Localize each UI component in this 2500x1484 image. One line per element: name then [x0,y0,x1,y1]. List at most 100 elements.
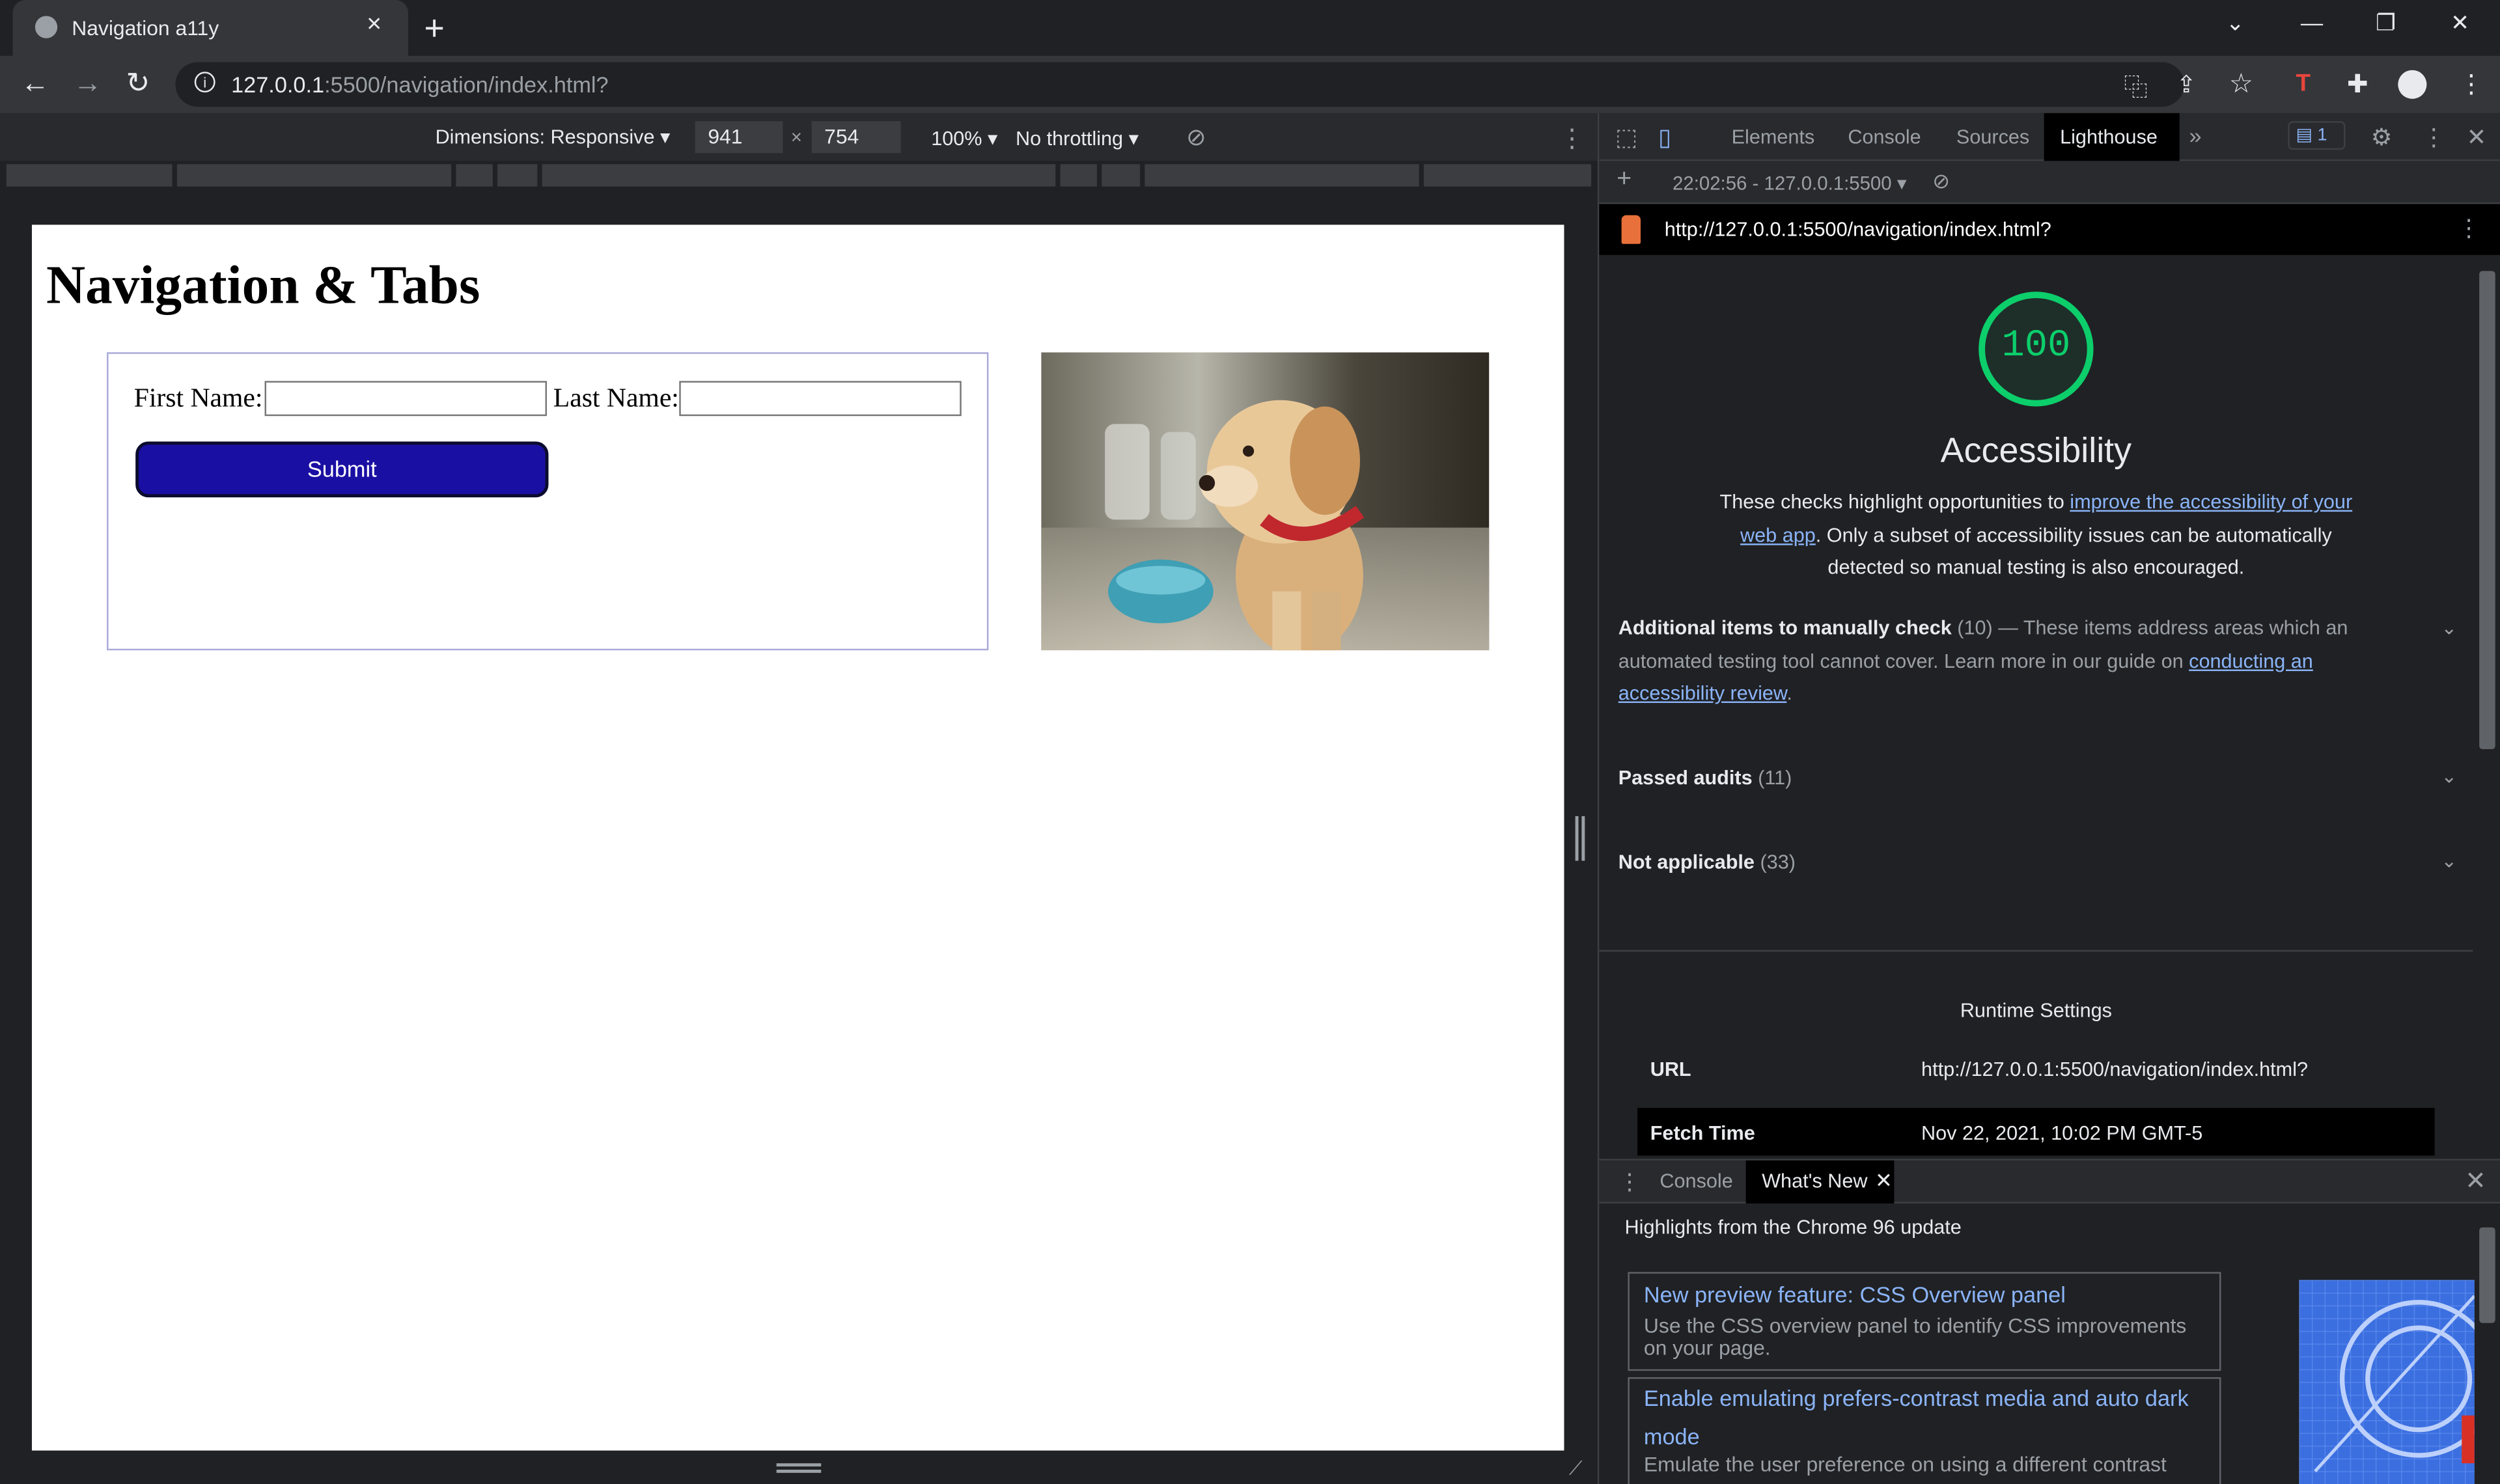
devtools-panel: ⬚ ▯ Elements Console Sources Lighthouse … [1597,113,2500,1484]
bookmark-star-icon[interactable]: ☆ [2229,68,2253,100]
viewport-resize-handle-bottom[interactable] [776,1463,822,1473]
drawer-tab-console[interactable]: Console [1660,1170,1732,1192]
throttling-dropdown[interactable]: No throttling ▾ [1016,126,1139,150]
submit-button[interactable]: Submit [135,441,549,498]
media-query-segment[interactable] [456,164,493,187]
new-report-icon[interactable]: + [1617,166,1632,195]
drawer-scrollbar[interactable] [2473,1203,2500,1484]
new-tab-button[interactable]: + [424,8,444,49]
settings-gear-icon[interactable]: ⚙ [2371,123,2393,152]
profile-avatar-icon[interactable] [2398,70,2427,99]
media-query-segment[interactable] [1423,164,1592,187]
chevron-down-icon[interactable]: ⌄ [2441,765,2457,788]
tab-lighthouse[interactable]: Lighthouse [2044,113,2180,161]
extension-tp-icon[interactable]: T [2296,70,2311,98]
device-menu-icon[interactable]: ⋮ [1559,123,1585,155]
not-applicable-group[interactable]: Not applicable (33) [1618,846,2464,879]
section-divider [1599,950,2473,952]
dimensions-dropdown[interactable]: Dimensions: Responsive ▾ [436,124,671,148]
score-value: 100 [2001,325,2071,368]
devtools-tab-bar: ⬚ ▯ Elements Console Sources Lighthouse … [1599,113,2500,161]
media-query-bar [0,161,1598,190]
tab-title: Navigation a11y [72,16,219,40]
window-close-icon[interactable]: ✕ [2451,10,2469,37]
css-overview-illustration [2299,1280,2475,1484]
viewport-resize-corner-icon[interactable]: ⟋ [1569,1457,1583,1481]
lighthouse-logo-icon [1621,215,1641,244]
zoom-dropdown[interactable]: 100% ▾ [931,126,997,150]
media-query-segment[interactable] [1145,164,1419,187]
rotate-icon[interactable]: ⊘ [1186,123,1206,152]
tab-close-icon[interactable]: × [367,11,382,40]
browser-tab[interactable]: Navigation a11y × [12,0,408,56]
address-url[interactable]: 127.0.0.1:5500/navigation/index.html? [231,72,608,97]
last-name-label: Last Name: [553,382,679,413]
viewport-resize-handle-right[interactable] [1575,816,1585,861]
tab-elements[interactable]: Elements [1732,126,1815,148]
feature-card-title[interactable]: New preview feature: CSS Overview panel [1644,1275,2066,1313]
report-selector[interactable]: 22:02:56 - 127.0.0.1:5500 ▾ [1673,172,1907,194]
media-query-segment[interactable] [497,164,538,187]
clear-reports-icon[interactable]: ⊘ [1932,169,1950,195]
runtime-settings-title: Runtime Settings [1960,999,2112,1022]
media-query-segment[interactable] [6,164,173,187]
category-description: These checks highlight opportunities to … [1719,491,2353,579]
devtools-menu-icon[interactable]: ⋮ [2422,123,2446,152]
drawer-menu-icon[interactable]: ⋮ [1618,1168,1641,1196]
restore-icon[interactable]: ❐ [2376,10,2396,37]
page-title: Navigation & Tabs [46,256,480,316]
height-input[interactable]: 754 [811,121,901,154]
issues-badge[interactable]: ▤ 1 [2288,121,2346,150]
drawer-tab-whats-new[interactable]: What's New ✕ [1745,1160,1895,1203]
forward-icon[interactable]: → [74,67,102,100]
media-query-segment[interactable] [542,164,1056,187]
last-name-input[interactable] [679,381,962,417]
address-bar[interactable]: i 127.0.0.1:5500/navigation/index.html? … [175,62,2253,107]
report-menu-icon[interactable]: ⋮ [2457,213,2481,243]
back-icon[interactable]: ← [21,67,49,100]
devtools-close-icon[interactable]: ✕ [2467,123,2487,152]
browser-title-bar: Navigation a11y × + ⌄ — ❐ ✕ [0,0,2500,56]
passed-audits-group[interactable]: Passed audits (11) [1618,762,2464,795]
device-toggle-icon[interactable]: ▯ [1658,123,1671,152]
devtools-drawer: ⋮ Console What's New ✕ ✕ Highlights from… [1599,1159,2500,1484]
close-tab-icon[interactable]: ✕ [1875,1168,1893,1194]
media-query-segment[interactable] [1102,164,1141,187]
name-form: First Name: Last Name: Submit [107,352,989,651]
inspect-element-icon[interactable]: ⬚ [1615,123,1638,152]
chrome-menu-icon[interactable]: ⋮ [2458,68,2484,100]
width-input[interactable]: 941 [695,121,783,154]
share-icon[interactable]: ⇪ [2176,70,2197,99]
feature-card-title[interactable]: Enable emulating prefers-contrast media … [1644,1379,2218,1455]
lighthouse-report: 100 Accessibility These checks highlight… [1599,254,2473,1157]
media-query-segment[interactable] [1060,164,1097,187]
lighthouse-toolbar: + 22:02:56 - 127.0.0.1:5500 ▾ ⊘ [1599,161,2500,204]
first-name-input[interactable] [264,381,548,417]
drawer-close-icon[interactable]: ✕ [2465,1165,2486,1197]
scrollbar-thumb[interactable] [2479,271,2495,750]
tab-search-icon[interactable]: ⌄ [2226,10,2245,37]
reload-icon[interactable]: ↻ [126,67,150,100]
report-scrollbar[interactable] [2473,254,2500,1157]
browser-toolbar: ← → ↻ i 127.0.0.1:5500/navigation/index.… [0,55,2500,113]
site-info-icon[interactable]: i [194,72,215,93]
runtime-row-fetch-time: Fetch Time Nov 22, 2021, 10:02 PM GMT-5 [1637,1108,2435,1156]
scrollbar-thumb[interactable] [2479,1227,2495,1323]
media-query-segment[interactable] [176,164,452,187]
chevron-down-icon[interactable]: ⌄ [2441,617,2457,639]
puppy-image [1041,352,1490,651]
translate-icon[interactable]: ⿻ [2124,70,2148,103]
feature-card-desc: Use the CSS overview panel to identify C… [1643,1313,2187,1360]
minimize-icon[interactable]: — [2301,10,2323,35]
extensions-puzzle-icon[interactable]: ✚ [2347,68,2368,100]
more-tabs-icon[interactable]: » [2189,123,2201,148]
report-url: http://127.0.0.1:5500/navigation/index.h… [1664,218,2051,241]
feature-card[interactable]: Enable emulating prefers-contrast media … [1628,1377,2221,1484]
chevron-down-icon[interactable]: ⌄ [2441,849,2457,872]
tab-console[interactable]: Console [1848,126,1921,148]
manual-checks-group[interactable]: Additional items to manually check (10) … [1618,612,2416,710]
tab-sources[interactable]: Sources [1956,126,2029,148]
first-name-label: First Name: [133,382,263,413]
feature-card[interactable]: New preview feature: CSS Overview panel … [1628,1272,2221,1371]
dimension-separator: × [790,126,802,148]
